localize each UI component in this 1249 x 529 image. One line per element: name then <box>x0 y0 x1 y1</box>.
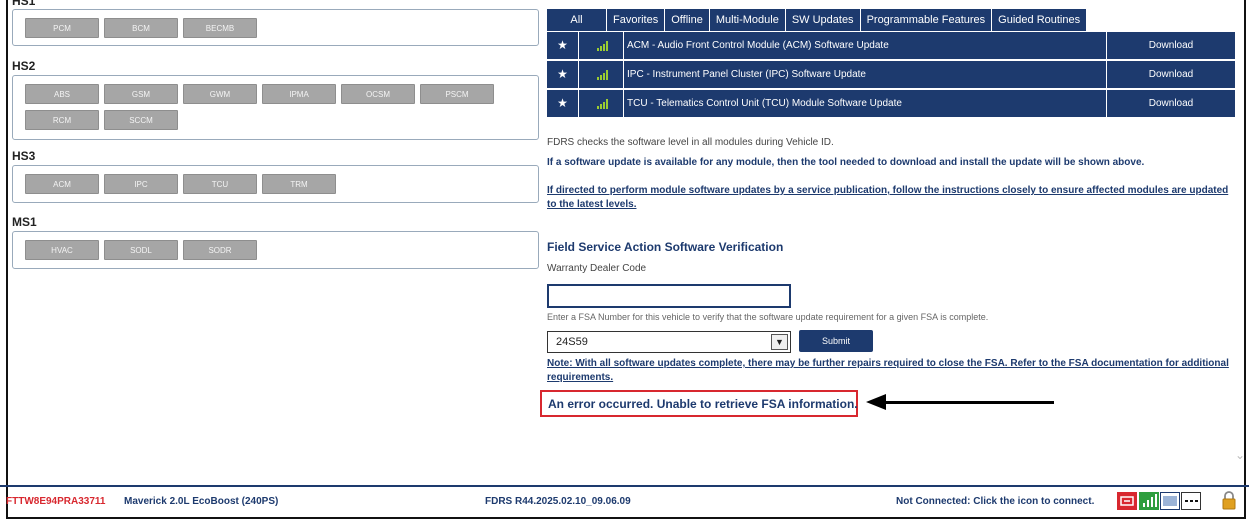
fsa-number-select[interactable]: 24S59 ▼ <box>547 331 791 353</box>
lock-icon[interactable] <box>1222 490 1236 510</box>
status-bar: FTTW8E94PRA33711 Maverick 2.0L EcoBoost … <box>0 485 1249 529</box>
module-button[interactable]: TCU <box>183 174 257 194</box>
submit-button[interactable]: Submit <box>799 330 873 352</box>
star-icon[interactable]: ★ <box>547 61 579 88</box>
tab-programmable-features[interactable]: Programmable Features <box>860 9 993 31</box>
tab-multi-module[interactable]: Multi-Module <box>709 9 786 31</box>
module-button[interactable]: OCSM <box>341 84 415 104</box>
vehicle-description: Maverick 2.0L EcoBoost (240PS) <box>124 496 279 507</box>
module-button[interactable]: TRM <box>262 174 336 194</box>
star-icon[interactable]: ★ <box>547 32 579 59</box>
signal-cell <box>579 32 624 59</box>
star-icon[interactable]: ★ <box>547 90 579 117</box>
signal-cell <box>579 90 624 117</box>
update-description: TCU - Telematics Control Unit (TCU) Modu… <box>627 90 1107 117</box>
network-title-hs2: HS2 <box>12 59 36 73</box>
info-text-update-available: If a software update is available for an… <box>547 157 1145 168</box>
signal-bars-icon <box>597 41 609 51</box>
update-table: ★ ACM - Audio Front Control Module (ACM)… <box>547 32 1235 119</box>
module-button[interactable]: SODL <box>104 240 178 260</box>
update-description: IPC - Instrument Panel Cluster (IPC) Sof… <box>627 61 1107 88</box>
chevron-down-icon[interactable]: ▼ <box>771 334 788 350</box>
fsa-number-label: Enter a FSA Number for this vehicle to v… <box>547 312 989 322</box>
software-version: FDRS R44.2025.02.10_09.06.09 <box>485 496 631 507</box>
module-button[interactable]: ACM <box>25 174 99 194</box>
module-button[interactable]: PCM <box>25 18 99 38</box>
tab-favorites[interactable]: Favorites <box>607 9 666 31</box>
tab-bar: All Favorites Offline Multi-Module SW Up… <box>547 9 1088 31</box>
network-box-hs1: PCM BCM BECMB <box>12 9 539 46</box>
module-button[interactable]: IPC <box>104 174 178 194</box>
network-box-hs2: ABS GSM GWM IPMA OCSM PSCM RCM SCCM <box>12 75 539 140</box>
module-button[interactable]: SCCM <box>104 110 178 130</box>
dealer-code-input[interactable] <box>547 284 791 308</box>
tab-offline[interactable]: Offline <box>665 9 710 31</box>
network-box-ms1: HVAC SODL SODR <box>12 231 539 269</box>
error-message: An error occurred. Unable to retrieve FS… <box>548 397 858 411</box>
dealer-code-label: Warranty Dealer Code <box>547 263 647 274</box>
fsa-number-value: 24S59 <box>556 336 588 348</box>
signal-cell <box>579 61 624 88</box>
download-button[interactable]: Download <box>1107 61 1235 88</box>
connector-icon[interactable] <box>1117 492 1137 510</box>
tab-all[interactable]: All <box>547 9 607 31</box>
module-button[interactable]: PSCM <box>420 84 494 104</box>
fsa-section-title: Field Service Action Software Verificati… <box>547 240 784 254</box>
module-button[interactable]: SODR <box>183 240 257 260</box>
update-description: ACM - Audio Front Control Module (ACM) S… <box>627 32 1107 59</box>
tab-guided-routines[interactable]: Guided Routines <box>992 9 1088 31</box>
info-text-vehicle-id: FDRS checks the software level in all mo… <box>547 137 834 148</box>
error-message-box: An error occurred. Unable to retrieve FS… <box>540 390 858 417</box>
network-title-hs3: HS3 <box>12 149 36 163</box>
module-button[interactable]: IPMA <box>262 84 336 104</box>
module-button[interactable]: GWM <box>183 84 257 104</box>
ellipsis-icon[interactable] <box>1181 492 1201 510</box>
download-button[interactable]: Download <box>1107 32 1235 59</box>
network-title-hs1: HS1 <box>12 0 36 8</box>
network-box-hs3: ACM IPC TCU TRM <box>12 165 539 203</box>
module-button[interactable]: HVAC <box>25 240 99 260</box>
download-button[interactable]: Download <box>1107 90 1235 117</box>
network-title-ms1: MS1 <box>12 215 37 229</box>
signal-bars-icon <box>597 99 609 109</box>
module-button[interactable]: ABS <box>25 84 99 104</box>
tab-sw-updates[interactable]: SW Updates <box>785 9 861 31</box>
table-row: ★ IPC - Instrument Panel Cluster (IPC) S… <box>547 61 1235 88</box>
vin-number: FTTW8E94PRA33711 <box>6 496 106 507</box>
signal-bars-icon[interactable] <box>1139 492 1159 510</box>
module-button[interactable]: RCM <box>25 110 99 130</box>
table-row: ★ ACM - Audio Front Control Module (ACM)… <box>547 32 1235 59</box>
module-button[interactable]: BECMB <box>183 18 257 38</box>
arrow-annotation-line <box>884 401 1054 404</box>
signal-bars-icon <box>597 70 609 80</box>
table-row: ★ TCU - Telematics Control Unit (TCU) Mo… <box>547 90 1235 117</box>
fsa-note: Note: With all software updates complete… <box>547 358 1229 383</box>
arrow-annotation-head <box>866 394 886 410</box>
scroll-down-icon[interactable]: ⌄ <box>1235 448 1245 462</box>
module-button[interactable]: GSM <box>104 84 178 104</box>
connection-status: Not Connected: Click the icon to connect… <box>896 496 1095 507</box>
module-button[interactable]: BCM <box>104 18 178 38</box>
info-link-service-publication[interactable]: If directed to perform module software u… <box>547 184 1235 212</box>
device-icon[interactable] <box>1160 492 1180 510</box>
